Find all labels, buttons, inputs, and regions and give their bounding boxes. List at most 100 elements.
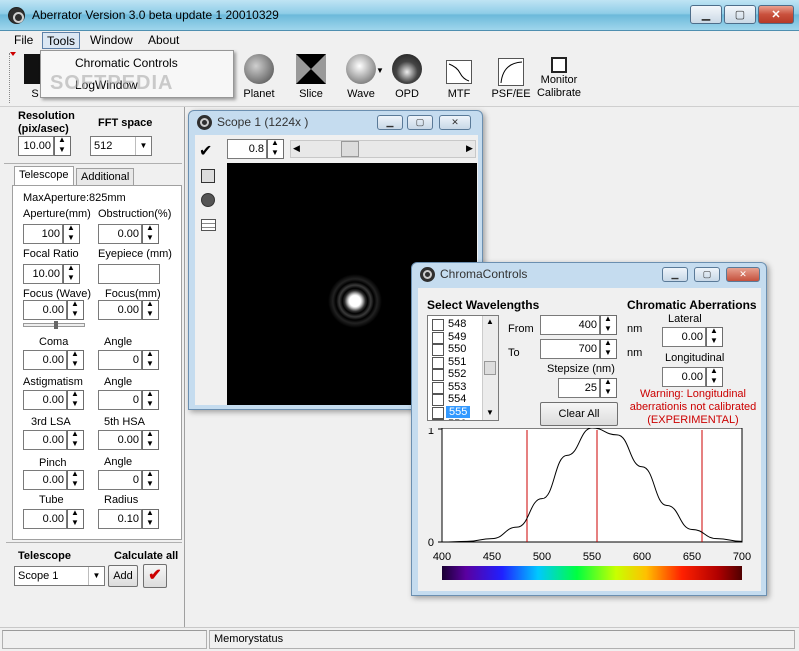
chroma-close-button[interactable]: ✕	[726, 267, 760, 282]
scroll-thumb[interactable]	[341, 141, 359, 157]
lateral-input[interactable]: 0.00	[662, 327, 706, 347]
settings-icon[interactable]	[201, 193, 215, 207]
astigmatism-angle-spinner[interactable]	[142, 389, 159, 410]
focus-wave-input[interactable]: 0.00	[23, 300, 67, 320]
menu-item-chromatic-controls[interactable]: Chromatic Controls	[75, 56, 178, 70]
obstruction-spinner[interactable]	[142, 223, 159, 244]
lsa3-input[interactable]: 0.00	[23, 430, 67, 450]
chroma-maximize-button[interactable]: ▢	[694, 267, 720, 282]
focus-mm-spinner[interactable]	[142, 299, 159, 320]
wavelength-checkbox[interactable]	[432, 369, 444, 381]
focal-ratio-input[interactable]: 10.00	[23, 264, 63, 284]
scope-scrollbar[interactable]: ◀ ▶	[290, 140, 476, 158]
x-tick-label: 550	[583, 551, 601, 563]
radius-spinner[interactable]	[142, 508, 159, 529]
scope-close-button[interactable]: ✕	[439, 115, 471, 130]
toolbar-button-psf-ee[interactable]: PSF/EE	[484, 52, 538, 104]
focus-slider[interactable]	[23, 321, 85, 329]
pinch-angle-input[interactable]: 0	[98, 470, 142, 490]
scroll-left-icon[interactable]: ◀	[293, 143, 300, 154]
stepsize-input[interactable]: 25	[558, 378, 600, 398]
coma-angle-spinner[interactable]	[142, 349, 159, 370]
tube-spinner[interactable]	[67, 508, 84, 529]
pinch-angle-spinner[interactable]	[142, 469, 159, 490]
wavelength-checkbox[interactable]	[432, 344, 444, 356]
menu-tools[interactable]: Tools	[42, 32, 81, 49]
focus-wave-spinner[interactable]	[67, 299, 84, 320]
scope-maximize-button[interactable]: ▢	[407, 115, 433, 130]
obstruction-input[interactable]: 0.00	[98, 224, 142, 244]
hsa5-spinner[interactable]	[142, 429, 159, 450]
astigmatism-angle-input[interactable]: 0	[98, 390, 142, 410]
zoom-input[interactable]: 0.8	[227, 139, 267, 159]
wavelength-checkbox[interactable]	[432, 394, 444, 406]
resolution-spinner[interactable]	[54, 135, 71, 156]
chroma-minimize-button[interactable]: ▁	[662, 267, 688, 282]
fft-space-select[interactable]: 512 ▼	[90, 136, 152, 156]
eyepiece-input[interactable]	[98, 264, 160, 284]
toolbar-button-planet[interactable]: Planet	[232, 52, 286, 104]
minimize-button[interactable]: ▁	[690, 5, 722, 24]
aperture-spinner[interactable]	[63, 223, 80, 244]
wavelength-scroll-thumb[interactable]	[484, 361, 496, 375]
scroll-down-icon[interactable]: ▼	[486, 408, 494, 417]
stepsize-spinner[interactable]	[600, 377, 617, 398]
scope-select[interactable]: Scope 1 ▼	[14, 566, 105, 586]
focus-mm-input[interactable]: 0.00	[98, 300, 142, 320]
radius-input[interactable]: 0.10	[98, 509, 142, 529]
lsa3-spinner[interactable]	[67, 429, 84, 450]
menu-window[interactable]: Window	[86, 32, 137, 49]
pinch-spinner[interactable]	[67, 469, 84, 490]
wavelength-checkbox[interactable]	[432, 331, 444, 344]
from-spinner[interactable]	[600, 314, 617, 335]
from-input[interactable]: 400	[540, 315, 600, 335]
longitudinal-spinner[interactable]	[706, 366, 723, 387]
pinch-input[interactable]: 0.00	[23, 470, 67, 490]
hsa5-input[interactable]: 0.00	[98, 430, 142, 450]
wavelength-checkbox[interactable]	[432, 356, 444, 369]
check-icon[interactable]: ✔	[199, 141, 212, 161]
wavelength-checkbox[interactable]	[432, 381, 444, 394]
toolbar-button-slice[interactable]: Slice	[284, 52, 338, 104]
wavelength-checkbox[interactable]	[432, 406, 444, 419]
wavelength-list[interactable]: 548549550551552553554555556 ▲ ▼	[427, 315, 499, 421]
close-button[interactable]: ✕	[758, 5, 794, 24]
to-input[interactable]: 700	[540, 339, 600, 359]
toolbar-button-monitor-calibrate[interactable]: Monitor Calibrate	[532, 52, 586, 104]
coma-angle-input[interactable]: 0	[98, 350, 142, 370]
longitudinal-input[interactable]: 0.00	[662, 367, 706, 387]
wavelength-scrollbar[interactable]: ▲ ▼	[482, 316, 498, 420]
maximize-button[interactable]: ▢	[724, 5, 756, 24]
scroll-right-icon[interactable]: ▶	[466, 143, 473, 154]
focus-slider-thumb[interactable]	[54, 321, 58, 329]
wavelength-checkbox[interactable]	[432, 419, 444, 420]
zoom-spinner[interactable]	[267, 138, 284, 159]
warning-line-1: Warning: Longitudinal	[640, 388, 746, 400]
tab-telescope[interactable]: Telescope	[14, 166, 74, 186]
aperture-input[interactable]: 100	[23, 224, 63, 244]
export-icon[interactable]	[201, 169, 215, 183]
toolbar-button-mtf[interactable]: MTF	[432, 52, 486, 104]
menu-about[interactable]: About	[144, 32, 183, 49]
menu-file[interactable]: File	[10, 32, 37, 49]
resolution-input[interactable]: 10.00	[18, 136, 54, 156]
scroll-up-icon[interactable]: ▲	[486, 317, 494, 326]
astigmatism-input[interactable]: 0.00	[23, 390, 67, 410]
tube-input[interactable]: 0.00	[23, 509, 67, 529]
coma-spinner[interactable]	[67, 349, 84, 370]
table-icon[interactable]	[201, 219, 216, 231]
toolbar-button-opd[interactable]: OPD	[380, 52, 434, 104]
wavelength-checkbox[interactable]	[432, 319, 444, 331]
tab-additional[interactable]: Additional	[76, 168, 135, 186]
scope-minimize-button[interactable]: ▁	[377, 115, 403, 130]
add-button[interactable]: Add	[108, 565, 138, 587]
divider	[6, 542, 182, 543]
astigmatism-spinner[interactable]	[67, 389, 84, 410]
focal-ratio-spinner[interactable]	[63, 263, 80, 284]
toolbar-grip[interactable]	[9, 53, 13, 103]
to-spinner[interactable]	[600, 338, 617, 359]
clear-all-button[interactable]: Clear All	[540, 402, 618, 426]
calculate-all-button[interactable]: ✔	[143, 564, 167, 588]
coma-input[interactable]: 0.00	[23, 350, 67, 370]
lateral-spinner[interactable]	[706, 326, 723, 347]
